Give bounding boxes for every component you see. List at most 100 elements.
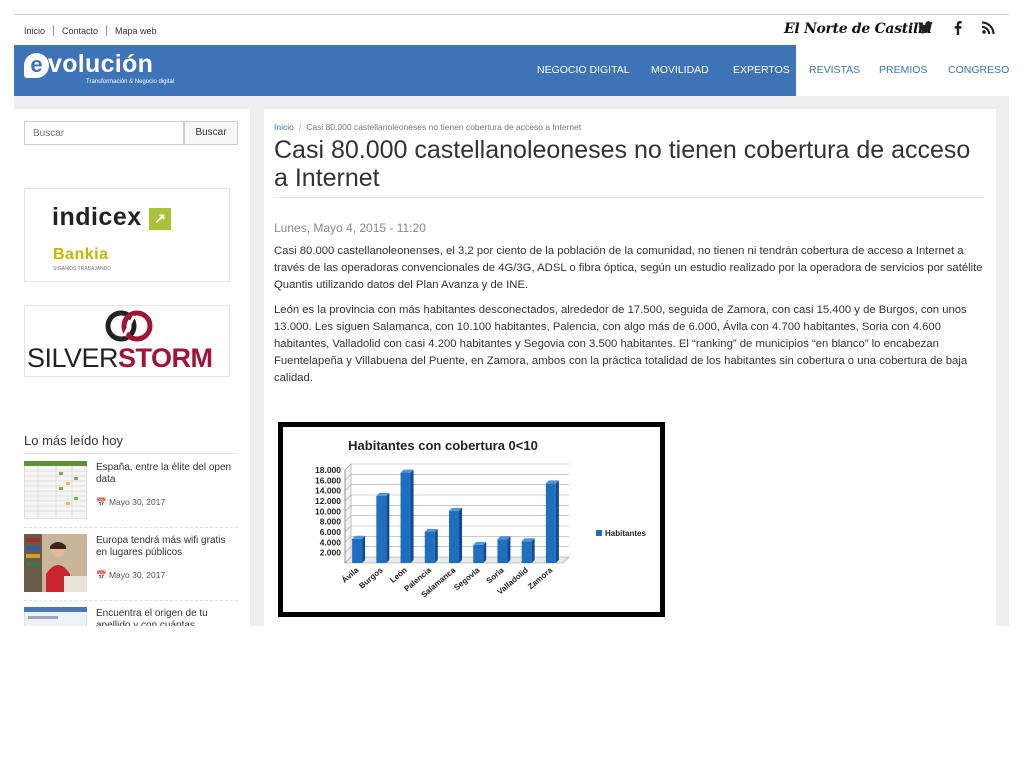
arrow-box-icon: ↗ bbox=[149, 208, 171, 230]
nav-revistas[interactable]: REVISTAS bbox=[809, 45, 860, 96]
bar-side bbox=[507, 536, 511, 563]
bar-side bbox=[386, 492, 390, 563]
bar-side bbox=[410, 469, 414, 563]
silverstorm-part1: SILVER bbox=[27, 343, 119, 373]
item-date-text: Mayo 30, 2017 bbox=[108, 570, 166, 580]
x-tick-label: Segovia bbox=[452, 565, 482, 592]
breadcrumb-current: Casi 80.000 castellanoleoneses no tienen… bbox=[306, 122, 582, 132]
thumbnail-map bbox=[24, 607, 87, 626]
nav-congreso[interactable]: CONGRESO bbox=[948, 45, 1009, 96]
legend-label: Habitantes bbox=[605, 529, 646, 538]
logo-word: volución bbox=[48, 50, 154, 78]
bar bbox=[400, 472, 411, 563]
divider bbox=[274, 197, 984, 198]
sidebar: Buscar indicex ↗ Bankia SIGAMOS TRABAJAN… bbox=[14, 109, 250, 626]
list-item[interactable]: España, entre la élite del open data 📅 M… bbox=[24, 461, 238, 527]
bar-side bbox=[531, 538, 535, 563]
nav-movilidad[interactable]: MOVILIDAD bbox=[651, 45, 709, 96]
bar bbox=[424, 532, 435, 563]
y-tick-label: 8.000 bbox=[320, 517, 342, 527]
bar bbox=[376, 495, 387, 563]
article-date: Lunes, Mayo 4, 2015 - 11:20 bbox=[274, 221, 426, 235]
bankia-logo: Bankia bbox=[53, 246, 109, 263]
top-link-contacto[interactable]: Contacto bbox=[62, 26, 98, 36]
logo-letter: e bbox=[24, 53, 49, 78]
bar bbox=[449, 510, 459, 563]
bar-side bbox=[483, 541, 487, 563]
indicex-logo: indicex bbox=[52, 203, 142, 231]
thumbnail-spreadsheet bbox=[24, 461, 87, 519]
bar-side bbox=[555, 480, 559, 563]
item-title[interactable]: Europa tendrá más wifi gratis en lugares… bbox=[96, 535, 238, 559]
nav-premios[interactable]: PREMIOS bbox=[879, 45, 927, 96]
list-item[interactable]: Encuentra el origen de tu apellido y con… bbox=[24, 607, 238, 626]
y-tick-label: 16.000 bbox=[315, 475, 341, 485]
page-title: Casi 80.000 castellanoleoneses no tienen… bbox=[274, 136, 971, 192]
x-tick-label: Zamora bbox=[526, 565, 554, 591]
search-button[interactable]: Buscar bbox=[184, 121, 238, 145]
divider bbox=[106, 25, 108, 36]
chart-inner: Habitantes con cobertura 0<10 2.000 4.000 6… bbox=[282, 426, 661, 613]
bar bbox=[473, 544, 484, 563]
breadcrumb: Inicio / Casi 80.000 castellanoleoneses no… bbox=[274, 122, 581, 132]
chart-side-wall bbox=[344, 463, 352, 564]
ad-indicex-bankia[interactable]: indicex ↗ Bankia SIGAMOS TRABAJANDO bbox=[24, 188, 230, 282]
silverstorm-wordmark: SILVERSTORM bbox=[27, 343, 213, 374]
divider bbox=[24, 527, 238, 528]
item-date-text: Mayo 30, 2017 bbox=[108, 497, 166, 507]
twitter-icon[interactable] bbox=[918, 21, 933, 37]
y-tick-label: 14.000 bbox=[315, 486, 341, 496]
nav-negocio-digital[interactable]: NEGOCIO DIGITAL bbox=[537, 45, 630, 96]
most-read-heading: Lo más leído hoy bbox=[24, 433, 124, 448]
y-tick-label: 6.000 bbox=[320, 527, 342, 537]
breadcrumb-separator: / bbox=[298, 122, 302, 132]
bar bbox=[352, 538, 363, 563]
top-bar: Inicio Contacto Mapa web El Norte de Cas… bbox=[14, 15, 1009, 45]
bar-side bbox=[459, 507, 462, 563]
article-content: Inicio / Casi 80.000 castellanoleoneses no… bbox=[264, 109, 996, 626]
bar bbox=[497, 539, 508, 563]
legend-swatch bbox=[596, 530, 602, 536]
rss-icon[interactable] bbox=[982, 21, 995, 37]
article-paragraph-1: Casi 80.000 castellanoleonenses, el 3,2 … bbox=[274, 245, 983, 291]
top-link-inicio[interactable]: Inicio bbox=[24, 26, 45, 36]
search-input[interactable] bbox=[24, 121, 184, 145]
y-tick-label: 2.000 bbox=[320, 548, 342, 558]
list-item[interactable]: Europa tendrá más wifi gratis en lugares… bbox=[24, 534, 238, 600]
item-title[interactable]: Encuentra el origen de tu apellido y con… bbox=[96, 608, 238, 626]
y-tick-label: 12.000 bbox=[315, 496, 341, 506]
evolucion-logo[interactable]: e volución Transformación & Negocio digi… bbox=[24, 50, 174, 87]
y-tick-label: 18.000 bbox=[315, 465, 341, 475]
top-link-mapa-web[interactable]: Mapa web bbox=[115, 26, 157, 36]
bar-side bbox=[362, 535, 366, 563]
browser-viewport: Inicio Contacto Mapa web El Norte de Cas… bbox=[0, 0, 1024, 768]
silverstorm-icon bbox=[105, 310, 153, 342]
thumbnail-person bbox=[24, 534, 87, 592]
x-tick-label: Ávila bbox=[340, 565, 361, 585]
chart-title: Habitantes con cobertura 0<10 bbox=[348, 438, 538, 453]
bankia-tagline: SIGAMOS TRABAJANDO bbox=[53, 266, 112, 272]
item-title[interactable]: España, entre la élite del open data bbox=[96, 462, 238, 486]
y-tick-label: 4.000 bbox=[320, 537, 342, 547]
article-paragraph-2: León es la provincia con más habitantes … bbox=[274, 304, 968, 384]
bar-side bbox=[434, 529, 438, 563]
x-tick-label: Burgos bbox=[357, 565, 385, 590]
top-links: Inicio Contacto Mapa web bbox=[24, 25, 157, 36]
item-date: 📅 Mayo 30, 2017 bbox=[96, 570, 166, 580]
bar bbox=[545, 483, 556, 563]
chart-image: Habitantes con cobertura 0<10 2.000 4.000 6… bbox=[278, 422, 665, 617]
nav-expertos[interactable]: EXPERTOS bbox=[733, 45, 790, 96]
site-header: e volución Transformación & Negocio digi… bbox=[14, 45, 1009, 96]
bar-chart: Habitantes con cobertura 0<10 2.0004.0006… bbox=[315, 438, 646, 599]
divider bbox=[53, 25, 55, 36]
web-page: Inicio Contacto Mapa web El Norte de Cas… bbox=[14, 14, 1009, 626]
breadcrumb-home[interactable]: Inicio bbox=[274, 122, 294, 132]
facebook-icon[interactable] bbox=[954, 21, 962, 38]
ad-silverstorm[interactable]: SILVERSTORM bbox=[24, 305, 230, 377]
item-date: 📅 Mayo 30, 2017 bbox=[96, 497, 166, 507]
divider bbox=[24, 453, 238, 454]
silverstorm-part2: STORM bbox=[118, 343, 213, 373]
el-norte-de-castilla-logo[interactable]: El Norte de Castilla bbox=[784, 21, 932, 37]
x-tick-label: León bbox=[388, 566, 409, 585]
bar bbox=[521, 541, 532, 563]
